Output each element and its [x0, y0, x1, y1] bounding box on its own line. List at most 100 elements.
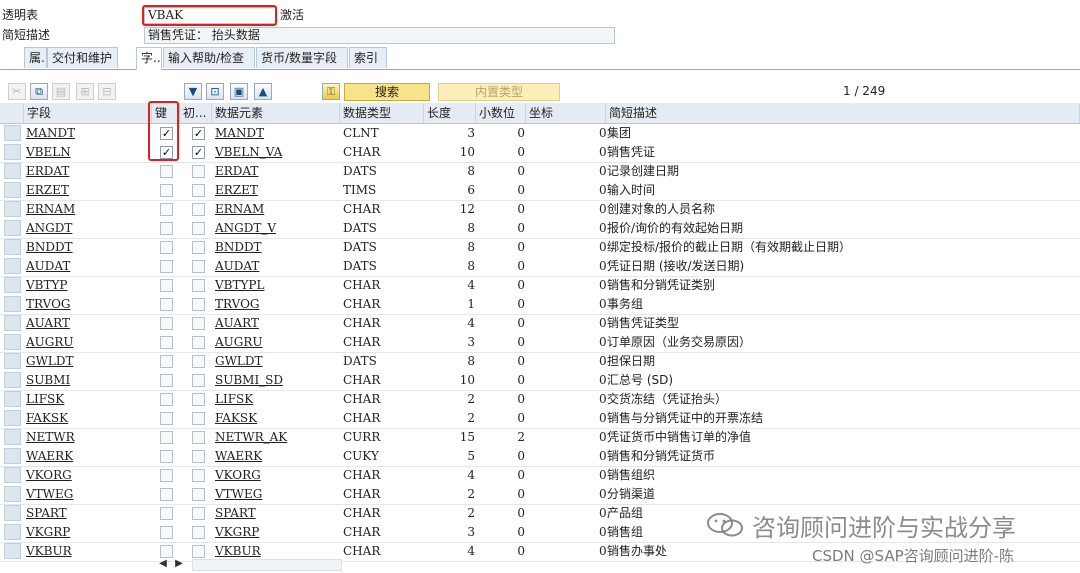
field-name[interactable]: ANGDT	[26, 219, 146, 238]
row-selector[interactable]	[4, 505, 21, 521]
row-selector[interactable]	[4, 410, 21, 426]
new-icon[interactable]: ▣	[230, 83, 248, 100]
col-key[interactable]: 键	[152, 103, 180, 123]
field-name[interactable]: MANDT	[26, 124, 146, 143]
initial-checkbox[interactable]	[192, 507, 205, 520]
data-element-link[interactable]: LIFSK	[215, 390, 335, 409]
col-short-desc[interactable]: 简短描述	[606, 103, 1080, 123]
field-name[interactable]: AUART	[26, 314, 146, 333]
data-element-link[interactable]: NETWR_AK	[215, 428, 335, 447]
row-selector[interactable]	[4, 448, 21, 464]
table-row[interactable]: ANGDT ANGDT_V DATS 8 0 0 报价/询价的有效起始日期	[0, 219, 1080, 239]
table-row[interactable]: ERZET ERZET TIMS 6 0 0 输入时间	[0, 181, 1080, 201]
table-row[interactable]: SUBMI SUBMI_SD CHAR 10 0 0 汇总号 (SD)	[0, 371, 1080, 391]
filter-icon[interactable]: ▼	[184, 83, 202, 100]
table-row[interactable]: VKORG VKORG CHAR 4 0 0 销售组织	[0, 466, 1080, 486]
key-icon[interactable]: ⚿	[322, 83, 340, 100]
table-row[interactable]: VTWEG VTWEG CHAR 2 0 0 分销渠道	[0, 485, 1080, 505]
col-data-type[interactable]: 数据类型	[340, 103, 424, 123]
initial-checkbox[interactable]	[192, 526, 205, 539]
key-checkbox[interactable]: ✓	[160, 146, 173, 159]
insert-row-icon[interactable]: ⊞	[76, 83, 94, 100]
field-name[interactable]: NETWR	[26, 428, 146, 447]
key-checkbox[interactable]	[160, 336, 173, 349]
data-element-link[interactable]: ERDAT	[215, 162, 335, 181]
initial-checkbox[interactable]	[192, 450, 205, 463]
row-selector[interactable]	[4, 429, 21, 445]
field-name[interactable]: GWLDT	[26, 352, 146, 371]
data-element-link[interactable]: ERZET	[215, 181, 335, 200]
initial-checkbox[interactable]	[192, 279, 205, 292]
col-coordinate[interactable]: 坐标	[526, 103, 606, 123]
data-element-link[interactable]: TRVOG	[215, 295, 335, 314]
table-row[interactable]: ERDAT ERDAT DATS 8 0 0 记录创建日期	[0, 162, 1080, 182]
key-checkbox[interactable]	[160, 393, 173, 406]
initial-checkbox[interactable]	[192, 260, 205, 273]
field-name[interactable]: ERNAM	[26, 200, 146, 219]
key-checkbox[interactable]	[160, 222, 173, 235]
table-row[interactable]: VBTYP VBTYPL CHAR 4 0 0 销售和分销凭证类别	[0, 276, 1080, 296]
key-checkbox[interactable]	[160, 431, 173, 444]
key-checkbox[interactable]	[160, 469, 173, 482]
row-selector[interactable]	[4, 353, 21, 369]
field-name[interactable]: WAERK	[26, 447, 146, 466]
tab-currency-quantity[interactable]: 货币/数量字段	[256, 47, 348, 68]
key-checkbox[interactable]	[160, 203, 173, 216]
field-name[interactable]: TRVOG	[26, 295, 146, 314]
field-name[interactable]: ERDAT	[26, 162, 146, 181]
row-selector[interactable]	[4, 315, 21, 331]
field-name[interactable]: VBELN	[26, 143, 146, 162]
delete-row-icon[interactable]: ⊟	[98, 83, 116, 100]
row-selector[interactable]	[4, 486, 21, 502]
row-selector[interactable]	[4, 125, 21, 141]
initial-checkbox[interactable]	[192, 431, 205, 444]
key-checkbox[interactable]	[160, 374, 173, 387]
field-name[interactable]: VKORG	[26, 466, 146, 485]
data-element-link[interactable]: SPART	[215, 504, 335, 523]
row-selector[interactable]	[4, 201, 21, 217]
initial-checkbox[interactable]	[192, 317, 205, 330]
field-name[interactable]: AUGRU	[26, 333, 146, 352]
key-checkbox[interactable]	[160, 355, 173, 368]
key-checkbox[interactable]	[160, 507, 173, 520]
field-name[interactable]: LIFSK	[26, 390, 146, 409]
row-selector[interactable]	[4, 467, 21, 483]
row-selector[interactable]	[4, 239, 21, 255]
field-name[interactable]: ERZET	[26, 181, 146, 200]
initial-checkbox[interactable]	[192, 336, 205, 349]
initial-checkbox[interactable]	[192, 469, 205, 482]
table-row[interactable]: TRVOG TRVOG CHAR 1 0 0 事务组	[0, 295, 1080, 315]
data-element-link[interactable]: ERNAM	[215, 200, 335, 219]
horizontal-scrollbar[interactable]: ◀ ▶	[152, 556, 342, 572]
data-element-link[interactable]: ANGDT_V	[215, 219, 335, 238]
copy-icon[interactable]: ⧉	[30, 83, 48, 100]
key-checkbox[interactable]	[160, 526, 173, 539]
table-row[interactable]: BNDDT BNDDT DATS 8 0 0 绑定投标/报价的截止日期（有效期截止日期）	[0, 238, 1080, 258]
tab-indexes[interactable]: 索引	[349, 47, 387, 68]
scroll-left-icon[interactable]: ◀	[156, 557, 170, 571]
select-all-header[interactable]	[0, 103, 24, 123]
row-selector[interactable]	[4, 163, 21, 179]
row-selector[interactable]	[4, 543, 21, 559]
search-button[interactable]: 搜索	[344, 83, 430, 101]
key-checkbox[interactable]	[160, 412, 173, 425]
up-icon[interactable]: ▲	[254, 83, 272, 100]
field-name[interactable]: BNDDT	[26, 238, 146, 257]
data-element-link[interactable]: SUBMI_SD	[215, 371, 335, 390]
row-selector[interactable]	[4, 277, 21, 293]
paste-icon[interactable]: ▤	[52, 83, 70, 100]
row-selector[interactable]	[4, 391, 21, 407]
key-checkbox[interactable]	[160, 260, 173, 273]
initial-checkbox[interactable]	[192, 241, 205, 254]
short-desc-field[interactable]: 销售凭证： 抬头数据	[144, 27, 615, 44]
col-length[interactable]: 长度	[424, 103, 476, 123]
table-row[interactable]: AUART AUART CHAR 4 0 0 销售凭证类型	[0, 314, 1080, 334]
col-data-element[interactable]: 数据元素	[212, 103, 340, 123]
tab-fields[interactable]: 字..	[136, 47, 162, 70]
initial-checkbox[interactable]	[192, 298, 205, 311]
col-decimals[interactable]: 小数位	[476, 103, 526, 123]
data-element-link[interactable]: VKORG	[215, 466, 335, 485]
table-row[interactable]: AUDAT AUDAT DATS 8 0 0 凭证日期 (接收/发送日期)	[0, 257, 1080, 277]
field-name[interactable]: FAKSK	[26, 409, 146, 428]
key-checkbox[interactable]	[160, 241, 173, 254]
